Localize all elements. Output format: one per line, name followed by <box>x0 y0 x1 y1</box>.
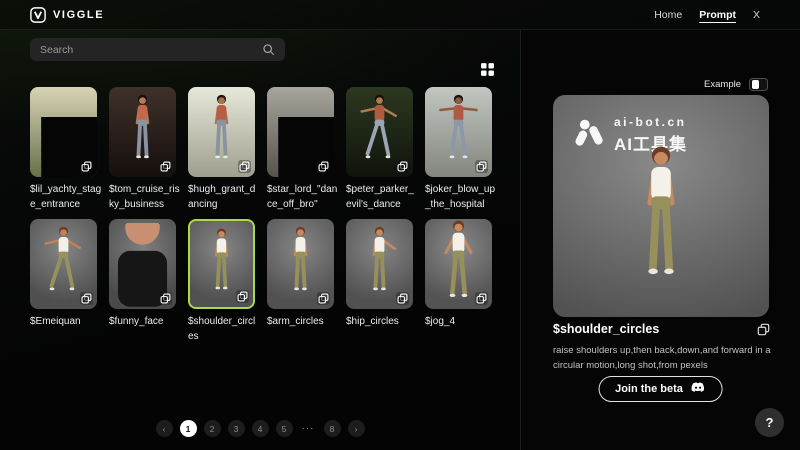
viggle-logo-icon <box>30 7 46 23</box>
gallery-item-label: $joker_blow_up_the_hospital <box>425 182 497 212</box>
gallery-thumbnail[interactable] <box>346 87 413 177</box>
gallery-thumbnail[interactable] <box>267 87 334 177</box>
search-input[interactable]: Search <box>30 38 285 61</box>
gallery-thumbnail[interactable] <box>425 219 492 309</box>
search-icon <box>262 43 275 56</box>
gif-badge-icon[interactable] <box>80 160 93 173</box>
pagination-prev-button[interactable]: ‹ <box>156 420 173 437</box>
gallery-item[interactable]: $hip_circles <box>346 219 413 344</box>
nav-item-prompt[interactable]: Prompt <box>699 9 736 21</box>
gallery-thumbnail[interactable] <box>109 87 176 177</box>
preview-figure <box>596 141 726 309</box>
gallery-item-label: $arm_circles <box>267 314 339 329</box>
top-bar: VIGGLE Home Prompt X <box>0 0 800 30</box>
gallery-item-label: $jog_4 <box>425 314 497 329</box>
watermark-line1: ai-bot.cn <box>614 115 687 129</box>
gallery-item-label: $peter_parker_evil's_dance <box>346 182 418 212</box>
gallery-thumbnail[interactable] <box>188 87 255 177</box>
gallery-thumbnail[interactable] <box>188 219 255 309</box>
top-nav: Home Prompt X <box>654 9 760 21</box>
example-toggle-row: Example <box>704 78 768 91</box>
gallery-item[interactable]: $hugh_grant_dancing <box>188 87 255 212</box>
brand[interactable]: VIGGLE <box>30 7 104 23</box>
gif-badge-icon[interactable] <box>396 160 409 173</box>
preview-card[interactable]: ai-bot.cn AI工具集 <box>553 95 769 317</box>
gallery-item-label: $lil_yachty_stage_entrance <box>30 182 102 212</box>
gallery-item[interactable]: $lil_yachty_stage_entrance <box>30 87 97 212</box>
example-description: raise shoulders up,then back,down,and fo… <box>553 343 772 373</box>
discord-icon <box>691 382 706 396</box>
example-panel: Example ai-bot.cn AI工具集 <box>520 30 800 450</box>
toggle-knob <box>752 80 759 89</box>
gallery-thumbnail[interactable] <box>30 87 97 177</box>
gallery-item-label: $funny_face <box>109 314 181 329</box>
pagination-page-2[interactable]: 2 <box>204 420 221 437</box>
gallery-item-label: $shoulder_circles <box>188 314 260 344</box>
join-beta-button[interactable]: Join the beta <box>598 376 723 402</box>
gallery-item[interactable]: $shoulder_circles <box>188 219 255 344</box>
gallery-item-label: $hip_circles <box>346 314 418 329</box>
pagination-page-1[interactable]: 1 <box>180 420 197 437</box>
grid-view-icon[interactable] <box>480 62 495 82</box>
gallery-thumbnail[interactable] <box>109 219 176 309</box>
pagination-page-5[interactable]: 5 <box>276 420 293 437</box>
example-label: Example <box>704 79 741 90</box>
brand-name: VIGGLE <box>53 9 104 21</box>
pagination-page-8[interactable]: 8 <box>324 420 341 437</box>
gallery-item[interactable]: $funny_face <box>109 219 176 344</box>
gallery-item[interactable]: $jog_4 <box>425 219 492 344</box>
nav-item-x[interactable]: X <box>753 9 760 21</box>
copy-icon[interactable] <box>757 323 770 336</box>
gif-badge-icon[interactable] <box>396 292 409 305</box>
gif-badge-icon[interactable] <box>317 292 330 305</box>
gallery-item-label: $hugh_grant_dancing <box>188 182 260 212</box>
gif-badge-icon[interactable] <box>238 160 251 173</box>
pagination-next-button[interactable]: › <box>348 420 365 437</box>
gallery-item-label: $tom_cruise_risky_business <box>109 182 181 212</box>
gallery-item-label: $Emeiquan <box>30 314 102 329</box>
gif-badge-icon[interactable] <box>236 290 249 303</box>
gallery-item[interactable]: $joker_blow_up_the_hospital <box>425 87 492 212</box>
gif-badge-icon[interactable] <box>80 292 93 305</box>
gif-badge-icon[interactable] <box>475 292 488 305</box>
gallery-thumbnail[interactable] <box>346 219 413 309</box>
join-beta-label: Join the beta <box>615 383 683 395</box>
example-toggle[interactable] <box>749 78 768 91</box>
gallery-item[interactable]: $peter_parker_evil's_dance <box>346 87 413 212</box>
gif-badge-icon[interactable] <box>475 160 488 173</box>
pagination-page-3[interactable]: 3 <box>228 420 245 437</box>
search-placeholder: Search <box>40 44 73 56</box>
viggle-app: VIGGLE HomePromptX Search $lil_ <box>0 0 800 450</box>
gif-badge-icon[interactable] <box>159 292 172 305</box>
gallery-item[interactable]: $Emeiquan <box>30 219 97 344</box>
gallery-item[interactable]: $arm_circles <box>267 219 334 344</box>
gallery-item-label: $star_lord_"dance_off_bro" <box>267 182 339 212</box>
pagination: ‹ 12345 ··· 8 › <box>0 420 520 437</box>
gallery-thumbnail[interactable] <box>425 87 492 177</box>
example-title-row: $shoulder_circles <box>553 322 770 336</box>
gallery-thumbnail[interactable] <box>30 219 97 309</box>
gif-badge-icon[interactable] <box>317 160 330 173</box>
gif-badge-icon[interactable] <box>159 160 172 173</box>
nav-item-home[interactable]: Home <box>654 9 682 21</box>
help-button[interactable]: ? <box>755 408 784 437</box>
gallery-item[interactable]: $tom_cruise_risky_business <box>109 87 176 212</box>
gallery-thumbnail[interactable] <box>267 219 334 309</box>
pagination-page-4[interactable]: 4 <box>252 420 269 437</box>
gallery-grid: $lil_yachty_stage_entrance $tom_cruise_r… <box>30 87 496 344</box>
pagination-ellipsis[interactable]: ··· <box>300 420 317 437</box>
example-title: $shoulder_circles <box>553 322 659 336</box>
gallery-item[interactable]: $star_lord_"dance_off_bro" <box>267 87 334 212</box>
gallery-panel: Search $lil_yachty_stage_entrance <box>0 30 520 450</box>
